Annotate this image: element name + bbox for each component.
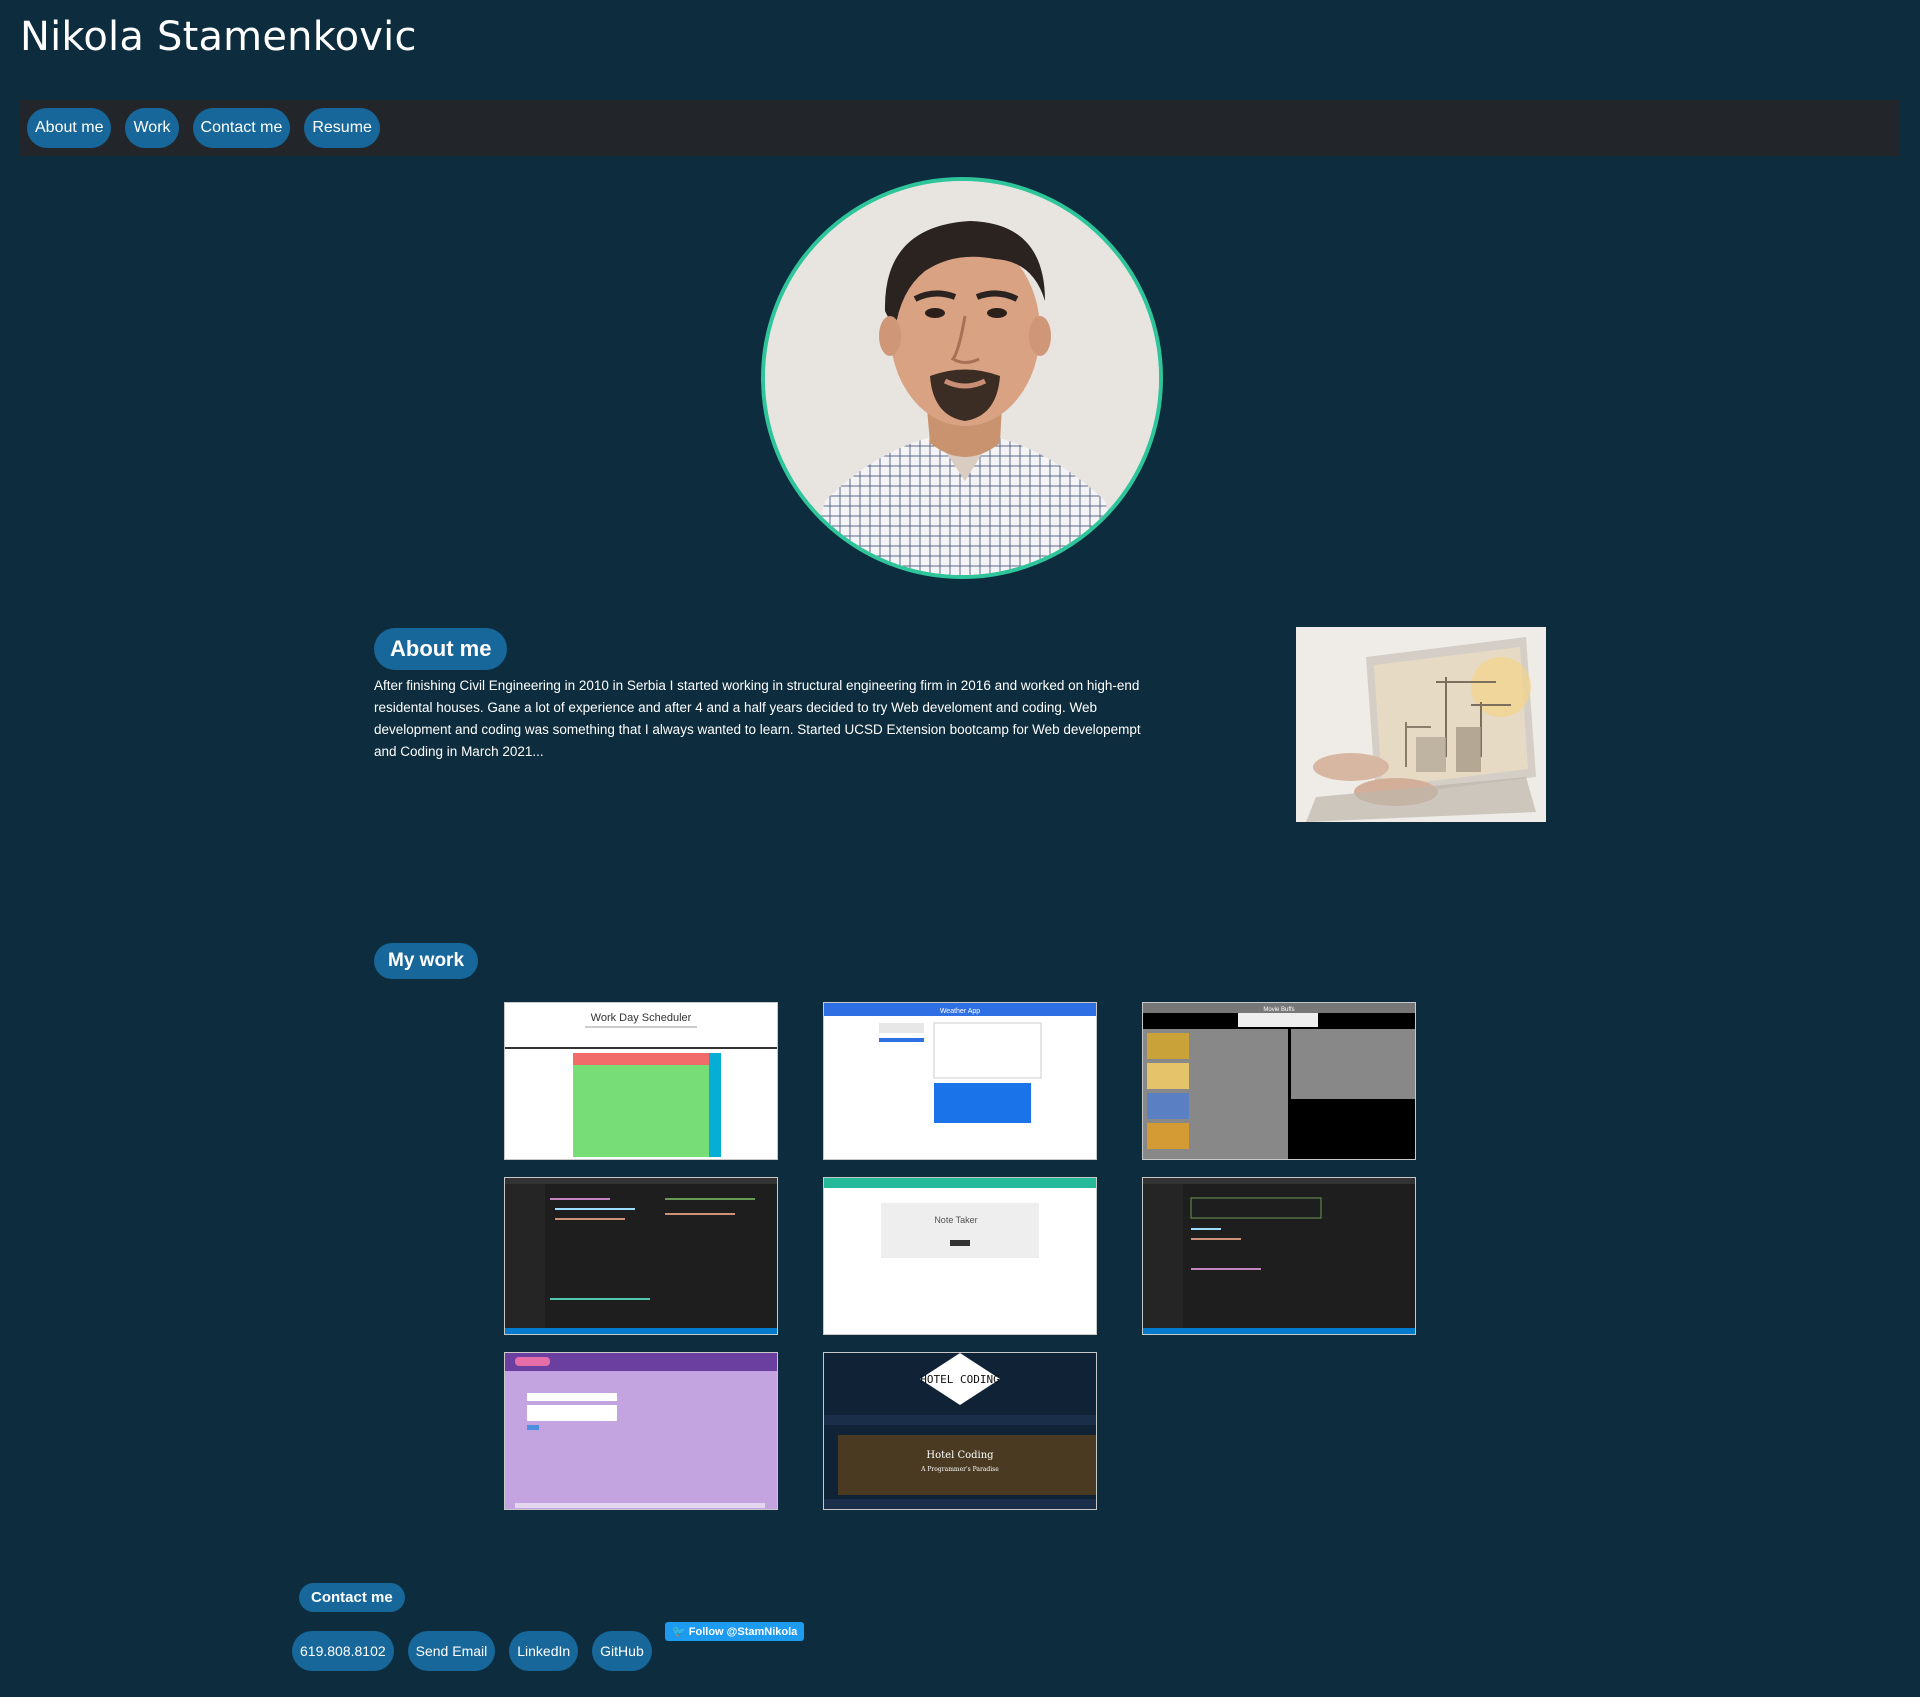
project-screenshot: Weather App [824,1003,1096,1159]
profile-photo [761,177,1163,579]
nav-about-me[interactable]: About me [27,108,112,148]
project-title: Weather App [940,1008,980,1015]
project-movie-buffs[interactable]: Movie Buffs [1142,1002,1416,1160]
nav-resume[interactable]: Resume [304,108,380,148]
about-text: After finishing Civil Engineering in 201… [374,678,1141,759]
project-screenshot: Movie Buffs [1143,1003,1415,1159]
nav-contact-me[interactable]: Contact me [192,108,291,148]
project-note-taker[interactable]: Note Taker [823,1177,1097,1335]
project-screenshot: Note Taker [824,1178,1096,1334]
linkedin-link[interactable]: LinkedIn [509,1631,579,1671]
laptop-construction-illustration [1296,627,1546,822]
project-tagline: A Programmer's Paradise [920,1466,999,1473]
project-screenshot: HOTEL CODING Hotel Coding A Programmer's… [824,1353,1096,1509]
site-title: Nikola Stamenkovic [20,14,417,60]
project-title: Note Taker [934,1215,977,1225]
contact-links: 619.808.8102 Send Email LinkedIn GitHub [292,1631,666,1671]
project-hotel-coding[interactable]: HOTEL CODING Hotel Coding A Programmer's… [823,1352,1097,1510]
twitter-follow-label: Follow @StamNikola [688,1626,798,1638]
project-blog-screenshot[interactable] [504,1352,778,1510]
phone-link[interactable]: 619.808.8102 [292,1631,394,1671]
about-image [1296,627,1546,822]
project-title: Work Day Scheduler [591,1012,692,1024]
navbar: About me Work Contact me Resume [20,100,1900,156]
profile-photo-illustration [765,181,1159,575]
project-work-day-scheduler[interactable]: Work Day Scheduler [504,1002,778,1160]
project-screenshot [505,1178,777,1334]
twitter-follow-button[interactable]: 🐦 Follow @StamNikola [665,1622,805,1641]
project-code-screenshot-1[interactable] [504,1177,778,1335]
project-screenshot: Work Day Scheduler [505,1003,777,1159]
send-email-link[interactable]: Send Email [407,1631,496,1671]
project-title: Movie Buffs [1263,1007,1294,1013]
project-screenshot [1143,1178,1415,1334]
contact-heading: Contact me [299,1583,405,1612]
project-screenshot [505,1353,777,1509]
github-link[interactable]: GitHub [592,1631,652,1671]
twitter-bird-icon: 🐦 [672,1626,686,1638]
project-code-screenshot-2[interactable] [1142,1177,1416,1335]
project-weather-app[interactable]: Weather App [823,1002,1097,1160]
project-title: HOTEL CODING [920,1373,999,1386]
project-subtitle: Hotel Coding [926,1450,994,1461]
about-heading: About me [374,628,508,670]
nav-work[interactable]: Work [125,108,179,148]
work-heading: My work [374,943,479,979]
